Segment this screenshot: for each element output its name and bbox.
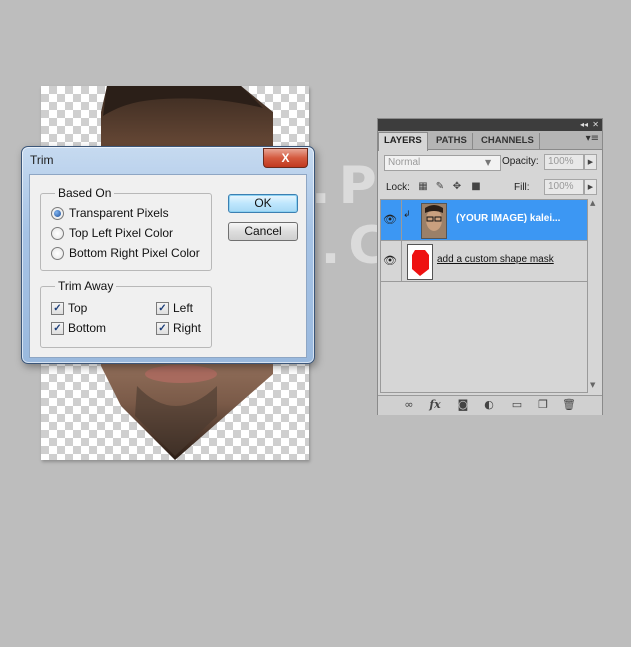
- panel-tabs: LAYERS PATHS CHANNELS ▾≡: [378, 131, 602, 151]
- lock-all-icon[interactable]: ■: [471, 182, 481, 192]
- layers-panel: ◂◂ ✕ LAYERS PATHS CHANNELS ▾≡ Normal ▼ O…: [377, 118, 603, 415]
- visibility-eye-icon[interactable]: 👁: [383, 254, 397, 268]
- scroll-up-arrow-icon[interactable]: ▲: [590, 199, 595, 207]
- adjustment-layer-icon[interactable]: ◐: [482, 399, 496, 411]
- lock-label: Lock:: [386, 182, 410, 193]
- radio-top-left-pixel-color[interactable]: Top Left Pixel Color: [51, 226, 173, 240]
- blend-mode-select[interactable]: Normal: [384, 155, 501, 171]
- checkbox-checked-icon[interactable]: ✓: [51, 301, 64, 315]
- visibility-eye-icon[interactable]: 👁: [383, 213, 397, 227]
- fill-arrow-icon[interactable]: ▶: [584, 179, 597, 195]
- layers-list: 👁 ↲ (YOUR IMAGE) kalei... 👁 add a custom…: [380, 199, 588, 393]
- radio-unselected-icon[interactable]: [51, 226, 64, 240]
- tab-layers[interactable]: LAYERS: [378, 132, 428, 151]
- checkbox-label: Left: [173, 301, 194, 315]
- cancel-button[interactable]: Cancel: [228, 222, 298, 241]
- new-group-folder-icon[interactable]: ▭: [510, 399, 524, 411]
- dialog-title: Trim: [30, 153, 54, 167]
- layer-row-shape-mask[interactable]: 👁 add a custom shape mask: [381, 241, 587, 282]
- checkbox-checked-icon[interactable]: ✓: [156, 301, 169, 315]
- opacity-arrow-icon[interactable]: ▶: [584, 154, 597, 170]
- checkbox-label: Bottom: [68, 321, 107, 335]
- layer-thumbnail-shape: [407, 244, 433, 280]
- scroll-down-arrow-icon[interactable]: ▼: [590, 381, 595, 389]
- layer-style-fx-icon[interactable]: fx: [428, 399, 442, 411]
- new-layer-icon[interactable]: ❐: [536, 399, 550, 411]
- panel-header-bar: ◂◂ ✕: [378, 119, 602, 131]
- column-divider: [401, 200, 402, 240]
- portrait-thumbnail-icon: [422, 204, 446, 238]
- radio-label: Transparent Pixels: [69, 206, 169, 220]
- opacity-label: Opacity:: [502, 156, 539, 167]
- fill-field[interactable]: 100%: [544, 179, 584, 195]
- collapse-icon[interactable]: ◂◂: [580, 119, 588, 131]
- panel-bottom-toolbar: ∞ fx ◙ ◐ ▭ ❐ 🗑: [378, 395, 602, 415]
- fill-label: Fill:: [514, 182, 530, 193]
- trim-away-group: Trim Away ✓ Top ✓ Bottom ✓ Left ✓ Right: [40, 279, 212, 348]
- radio-bottom-right-pixel-color[interactable]: Bottom Right Pixel Color: [51, 246, 200, 260]
- close-button[interactable]: X: [263, 148, 308, 168]
- checkbox-left[interactable]: ✓ Left: [156, 301, 193, 315]
- based-on-legend: Based On: [55, 186, 115, 200]
- panel-menu-icon[interactable]: ▾≡: [586, 133, 599, 144]
- layer-name[interactable]: (YOUR IMAGE) kalei...: [456, 213, 560, 224]
- link-layers-icon[interactable]: ∞: [402, 399, 416, 411]
- checkbox-checked-icon[interactable]: ✓: [51, 321, 64, 335]
- trash-icon[interactable]: 🗑: [562, 399, 576, 411]
- radio-label: Top Left Pixel Color: [69, 226, 174, 240]
- layer-row-image[interactable]: 👁 ↲ (YOUR IMAGE) kalei...: [381, 200, 587, 241]
- lock-transparency-icon[interactable]: ▦: [418, 182, 428, 192]
- radio-label: Bottom Right Pixel Color: [69, 246, 200, 260]
- radio-transparent-pixels[interactable]: Transparent Pixels: [51, 206, 169, 220]
- column-divider: [401, 241, 402, 281]
- checkbox-label: Top: [68, 301, 88, 315]
- trim-dialog: Trim X Based On Transparent Pixels Top L…: [21, 146, 315, 364]
- checkbox-label: Right: [173, 321, 202, 335]
- layer-thumbnail-portrait: [421, 203, 447, 239]
- add-mask-icon[interactable]: ◙: [456, 399, 470, 411]
- clip-arrow-icon: ↲: [403, 210, 411, 220]
- dialog-client-area: Based On Transparent Pixels Top Left Pix…: [29, 174, 307, 358]
- red-shape-thumbnail-icon: [408, 245, 432, 279]
- chevron-down-icon[interactable]: ▼: [485, 155, 491, 171]
- checkbox-top[interactable]: ✓ Top: [51, 301, 87, 315]
- lock-brush-icon[interactable]: ✎: [435, 182, 445, 192]
- panel-close-icon[interactable]: ✕: [592, 119, 599, 131]
- radio-unselected-icon[interactable]: [51, 246, 64, 260]
- based-on-group: Based On Transparent Pixels Top Left Pix…: [40, 186, 212, 271]
- lock-position-icon[interactable]: ✥: [452, 182, 462, 192]
- radio-selected-icon[interactable]: [51, 206, 64, 220]
- trim-away-legend: Trim Away: [55, 279, 117, 293]
- tab-channels[interactable]: CHANNELS: [476, 133, 540, 149]
- checkbox-bottom[interactable]: ✓ Bottom: [51, 321, 106, 335]
- ok-button[interactable]: OK: [228, 194, 298, 213]
- layers-scrollbar[interactable]: ▲ ▼: [588, 199, 600, 391]
- tab-paths[interactable]: PATHS: [431, 133, 473, 149]
- checkbox-right[interactable]: ✓ Right: [156, 321, 201, 335]
- opacity-field[interactable]: 100%: [544, 154, 584, 170]
- checkbox-checked-icon[interactable]: ✓: [156, 321, 169, 335]
- layer-name[interactable]: add a custom shape mask: [437, 254, 554, 265]
